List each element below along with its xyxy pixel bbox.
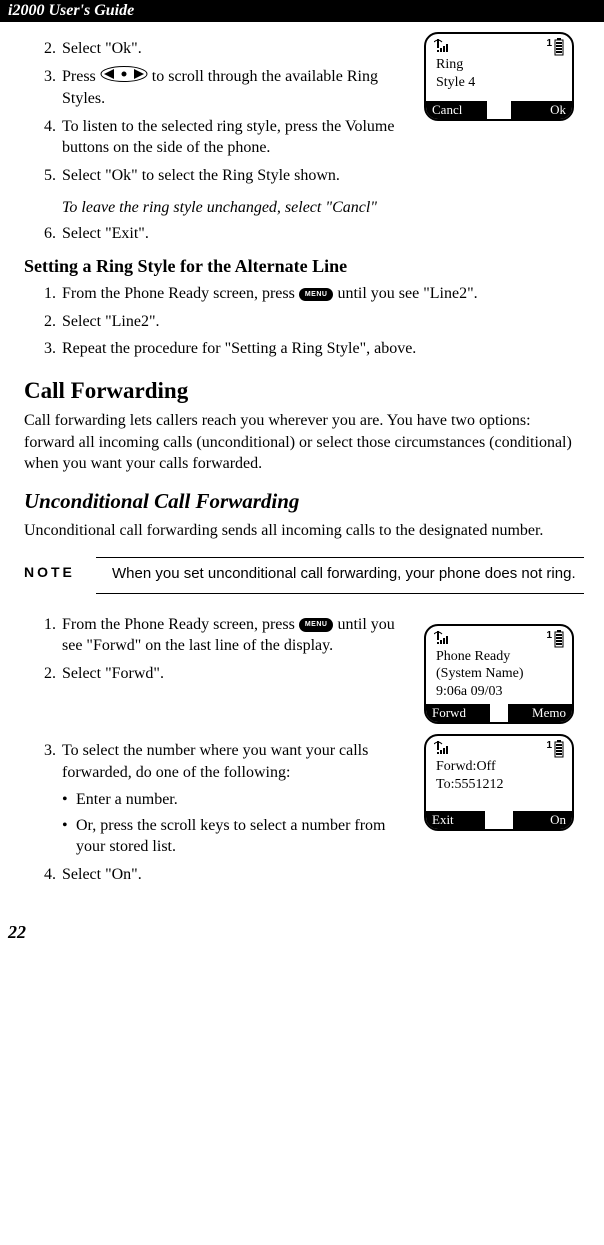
step-item: 3. Repeat the procedure for "Setting a R… bbox=[24, 338, 584, 360]
note-block: NOTE When you set unconditional call for… bbox=[24, 557, 584, 593]
step-item: 5. Select "Ok" to select the Ring Style … bbox=[24, 165, 414, 187]
step-item: 4. To listen to the selected ring style,… bbox=[24, 116, 414, 159]
softkey-bar: Exit On bbox=[426, 811, 572, 829]
screen-line: To:5551212 bbox=[426, 776, 572, 794]
battery-icon bbox=[554, 740, 564, 758]
screen-line: (System Name) bbox=[426, 665, 572, 683]
phone-screen-ready: 1 Phone Ready bbox=[424, 624, 574, 725]
level-indicator: 1 bbox=[546, 38, 552, 49]
softkey-left: Exit bbox=[426, 811, 485, 829]
softkey-right: Ok bbox=[511, 101, 572, 119]
softkey-right: On bbox=[513, 811, 572, 829]
softkey-left: Cancl bbox=[426, 101, 487, 119]
heading-unconditional: Unconditional Call Forwarding bbox=[24, 489, 584, 514]
battery-icon bbox=[554, 630, 564, 648]
signal-icon bbox=[434, 38, 452, 54]
step-item: 1. From the Phone Ready screen, press ME… bbox=[24, 283, 584, 305]
softkey-bar: Cancl Ok bbox=[426, 101, 572, 119]
step-item: 2. Select "Forwd". bbox=[24, 663, 414, 685]
bullet-icon: • bbox=[62, 789, 76, 811]
step-item: 2. Select "Line2". bbox=[24, 311, 584, 333]
guide-title: i2000 User's Guide bbox=[8, 2, 134, 19]
menu-key-icon: MENU bbox=[299, 618, 334, 631]
signal-icon bbox=[434, 630, 452, 646]
step-item: 2. Select "Ok". bbox=[24, 38, 414, 60]
bullet-item: • Enter a number. bbox=[62, 789, 414, 811]
level-indicator: 1 bbox=[546, 740, 552, 751]
screen-line: Phone Ready bbox=[426, 648, 572, 666]
page-content: 2. Select "Ok". 3. Press to scr bbox=[0, 22, 604, 953]
note-label: NOTE bbox=[24, 564, 112, 584]
screen-line: Style 4 bbox=[426, 74, 572, 92]
header-bar: i2000 User's Guide bbox=[0, 0, 604, 22]
softkey-right: Memo bbox=[508, 704, 572, 722]
page-number: 22 bbox=[8, 922, 584, 943]
step-item: 3. To select the number where you want y… bbox=[24, 740, 414, 783]
signal-icon bbox=[434, 740, 452, 756]
bullet-item: • Or, press the scroll keys to select a … bbox=[62, 815, 414, 858]
heading-alt-line: Setting a Ring Style for the Alternate L… bbox=[24, 256, 584, 277]
phone-screen-ring: 1 Ring bbox=[424, 32, 574, 121]
paragraph: Unconditional call forwarding sends all … bbox=[24, 520, 584, 542]
scroll-key-icon bbox=[100, 66, 148, 89]
step-item: 3. Press to scroll through the available… bbox=[24, 66, 414, 110]
italic-instruction: To leave the ring style unchanged, selec… bbox=[62, 199, 584, 217]
heading-call-forwarding: Call Forwarding bbox=[24, 378, 584, 404]
bullet-icon: • bbox=[62, 815, 76, 858]
step-item: 1. From the Phone Ready screen, press ME… bbox=[24, 614, 414, 657]
screen-line: Forwd:Off bbox=[426, 758, 572, 776]
softkey-bar: Forwd Memo bbox=[426, 704, 572, 722]
phone-screen-forwd: 1 Forwd:Off bbox=[424, 734, 574, 831]
softkey-left: Forwd bbox=[426, 704, 490, 722]
level-indicator: 1 bbox=[546, 630, 552, 641]
step-item: 4. Select "On". bbox=[24, 864, 414, 886]
screen-line: 9:06a 09/03 bbox=[426, 683, 572, 701]
screen-line: Ring bbox=[426, 56, 572, 74]
step-item: 6. Select "Exit". bbox=[24, 223, 584, 245]
paragraph: Call forwarding lets callers reach you w… bbox=[24, 410, 584, 475]
battery-icon bbox=[554, 38, 564, 56]
note-text: When you set unconditional call forwardi… bbox=[112, 564, 584, 584]
menu-key-icon: MENU bbox=[299, 288, 334, 301]
